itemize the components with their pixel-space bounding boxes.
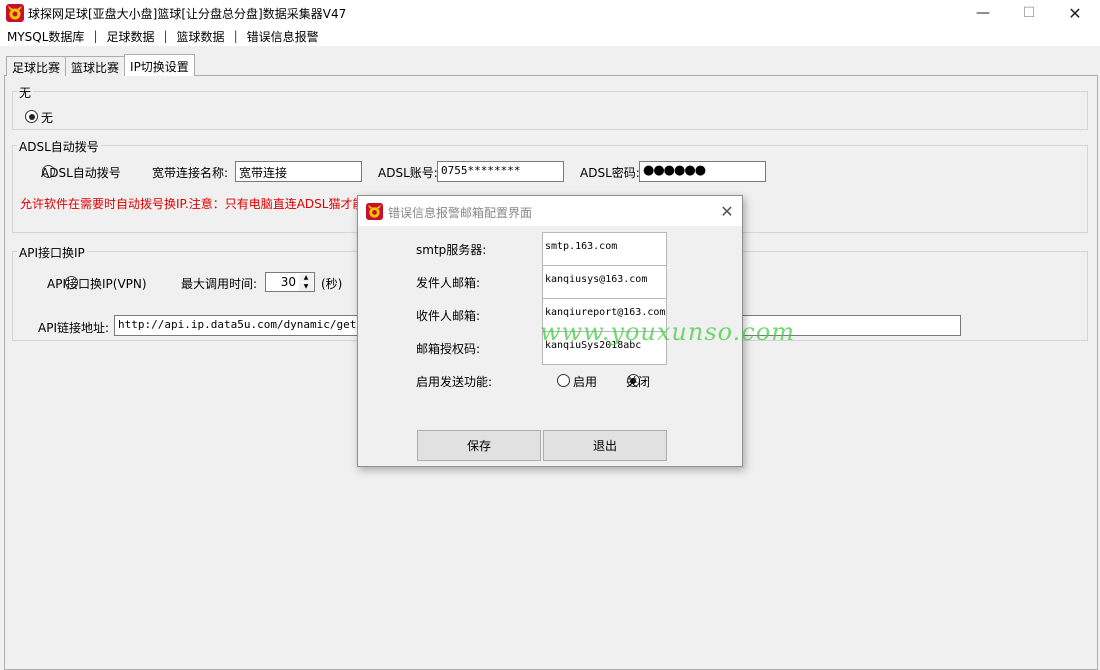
menu-mysql[interactable]: MYSQL数据库	[4, 28, 87, 45]
tab-football[interactable]: 足球比赛	[6, 56, 67, 76]
menu-bar: MYSQL数据库 | 足球数据 | 篮球数据 | 错误信息报警	[0, 26, 1100, 46]
menu-error-alarm[interactable]: 错误信息报警	[244, 28, 322, 45]
max-time-stepper[interactable]: 30 ▲ ▼	[265, 272, 315, 292]
window-title-bar: 球探网足球[亚盘大小盘]篮球[让分盘总分盘]数据采集器V47 — ☐ ✕	[0, 0, 1100, 26]
menu-football-data[interactable]: 足球数据	[103, 28, 157, 45]
receiver-label: 收件人邮箱:	[416, 309, 481, 323]
smtp-label: smtp服务器:	[416, 243, 487, 257]
tab-ip-switch[interactable]: IP切换设置	[124, 54, 195, 76]
auth-code-label: 邮箱授权码:	[416, 342, 481, 356]
radio-enable-label: 启用	[573, 375, 598, 389]
minimize-button[interactable]: —	[960, 0, 1006, 26]
radio-enable[interactable]	[557, 374, 570, 387]
group-none-title: 无	[17, 84, 34, 101]
spinner-up-icon[interactable]: ▲	[299, 274, 313, 282]
close-window-button[interactable]: ✕	[1052, 0, 1098, 26]
tab-basketball[interactable]: 篮球比赛	[65, 56, 126, 76]
group-adsl-title: ADSL自动拨号	[17, 138, 101, 155]
maximize-button[interactable]: ☐	[1006, 0, 1052, 26]
radio-adsl-label: ADSL自动拨号	[41, 166, 121, 180]
enable-send-label: 启用发送功能:	[416, 375, 493, 389]
watermark-text: www.youxunso.com	[540, 318, 795, 346]
spinner-down-icon[interactable]: ▼	[299, 283, 313, 291]
adsl-password-label: ADSL密码:	[580, 166, 640, 180]
api-url-label: API链接地址:	[38, 321, 110, 335]
smtp-input[interactable]: smtp.163.com	[542, 232, 667, 266]
unit-seconds-label: (秒)	[321, 277, 343, 291]
sender-label: 发件人邮箱:	[416, 276, 481, 290]
exit-button[interactable]: 退出	[543, 430, 667, 461]
max-time-label: 最大调用时间:	[181, 277, 258, 291]
dialog-title: 错误信息报警邮箱配置界面	[388, 206, 533, 220]
app-logo-icon	[6, 4, 24, 22]
menu-separator: |	[93, 29, 98, 43]
radio-disable-label: 关闭	[626, 375, 651, 389]
menu-basketball-data[interactable]: 篮球数据	[174, 28, 228, 45]
radio-api-label: API接口换IP(VPN)	[47, 277, 147, 291]
save-button[interactable]: 保存	[417, 430, 541, 461]
group-api-title: API接口换IP	[17, 244, 87, 261]
group-none	[12, 91, 1088, 130]
sender-input[interactable]: kanqiusys@163.com	[542, 265, 667, 299]
adsl-password-input[interactable]: ●●●●●●	[639, 161, 766, 182]
dialog-logo-icon	[366, 203, 383, 220]
tab-strip: 足球比赛 篮球比赛 IP切换设置	[6, 54, 195, 76]
menu-separator: |	[163, 29, 168, 43]
radio-none[interactable]	[25, 110, 38, 123]
adsl-account-input[interactable]: 0755********	[437, 161, 564, 182]
menu-separator: |	[233, 29, 238, 43]
dialog-title-bar: 错误信息报警邮箱配置界面 ✕	[358, 196, 742, 226]
radio-none-label: 无	[41, 111, 54, 125]
adsl-account-label: ADSL账号:	[378, 166, 438, 180]
window-title: 球探网足球[亚盘大小盘]篮球[让分盘总分盘]数据采集器V47	[28, 7, 347, 21]
conn-name-input[interactable]: 宽带连接	[235, 161, 362, 182]
adsl-warning-text: 允许软件在需要时自动拨号换IP.注意：只有电脑直连ADSL猫才能	[20, 197, 365, 211]
conn-name-label: 宽带连接名称:	[152, 166, 229, 180]
dialog-close-icon[interactable]: ✕	[716, 200, 738, 222]
max-time-value: 30	[280, 275, 296, 289]
